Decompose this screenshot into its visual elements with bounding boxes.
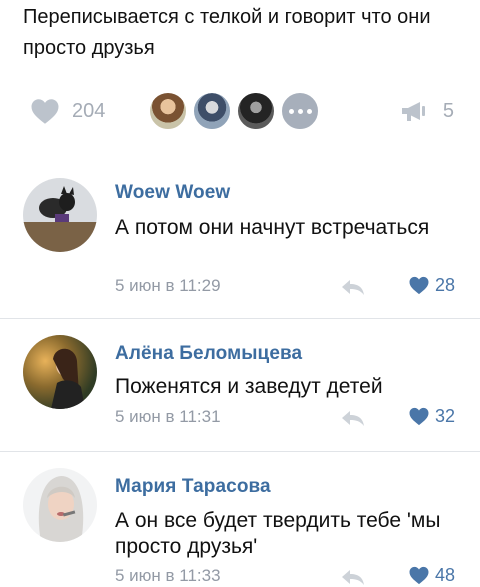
reply-icon[interactable] bbox=[340, 567, 366, 587]
post-text: Переписывается с телкой и говорит что он… bbox=[23, 6, 431, 59]
comment-author[interactable]: Алёна Беломыцева bbox=[115, 343, 302, 365]
comment-item: Алёна Беломыцева Поженятся и заведут дет… bbox=[0, 325, 480, 450]
dot-icon bbox=[297, 108, 303, 114]
dot-icon bbox=[306, 108, 312, 114]
comment-like-button[interactable]: 48 bbox=[408, 565, 455, 586]
heart-icon bbox=[409, 566, 429, 585]
comment-item: Мария Тарасова А он все будет твердить т… bbox=[0, 458, 480, 585]
comment-text: А потом они начнут встречаться bbox=[115, 216, 430, 239]
comment-text: А он все будет твердить тебе 'мы просто … bbox=[115, 509, 441, 558]
post-share-button[interactable]: 5 bbox=[400, 98, 454, 124]
comment-author[interactable]: Woew Woew bbox=[115, 182, 230, 204]
comment-text: Поженятся и заведут детей bbox=[115, 375, 383, 398]
avatar[interactable] bbox=[23, 178, 97, 252]
divider bbox=[0, 150, 480, 151]
comment-like-button[interactable]: 28 bbox=[408, 275, 455, 296]
comment-item: Woew Woew А потом они начнут встречаться… bbox=[0, 170, 480, 310]
post-like-count: 204 bbox=[72, 99, 106, 122]
comment-date: 5 июн в 11:33 bbox=[115, 566, 221, 585]
comment-like-button[interactable]: 32 bbox=[408, 406, 455, 427]
reply-icon[interactable] bbox=[340, 277, 366, 297]
post-stats-bar: 204 5 bbox=[0, 86, 480, 136]
dot-icon bbox=[288, 108, 294, 114]
heart-icon bbox=[31, 98, 59, 124]
comment-date: 5 июн в 11:31 bbox=[115, 407, 221, 426]
post-share-count: 5 bbox=[442, 99, 454, 122]
avatar[interactable] bbox=[23, 335, 97, 409]
more-likers-button[interactable] bbox=[280, 91, 320, 131]
comment-like-count: 48 bbox=[435, 565, 456, 585]
heart-icon bbox=[409, 407, 429, 426]
post-like-button[interactable]: 204 bbox=[30, 98, 105, 124]
liker-avatar[interactable] bbox=[236, 91, 276, 131]
liker-avatar[interactable] bbox=[148, 91, 188, 131]
avatar[interactable] bbox=[23, 468, 97, 542]
comment-like-count: 32 bbox=[435, 406, 456, 426]
liker-avatar[interactable] bbox=[192, 91, 232, 131]
reply-icon[interactable] bbox=[340, 408, 366, 428]
divider bbox=[0, 318, 480, 319]
divider bbox=[0, 451, 480, 452]
megaphone-icon bbox=[401, 102, 425, 121]
heart-icon bbox=[409, 276, 429, 295]
comment-like-count: 28 bbox=[435, 275, 456, 295]
comment-date: 5 июн в 11:29 bbox=[115, 276, 221, 295]
comment-author[interactable]: Мария Тарасова bbox=[115, 476, 271, 498]
